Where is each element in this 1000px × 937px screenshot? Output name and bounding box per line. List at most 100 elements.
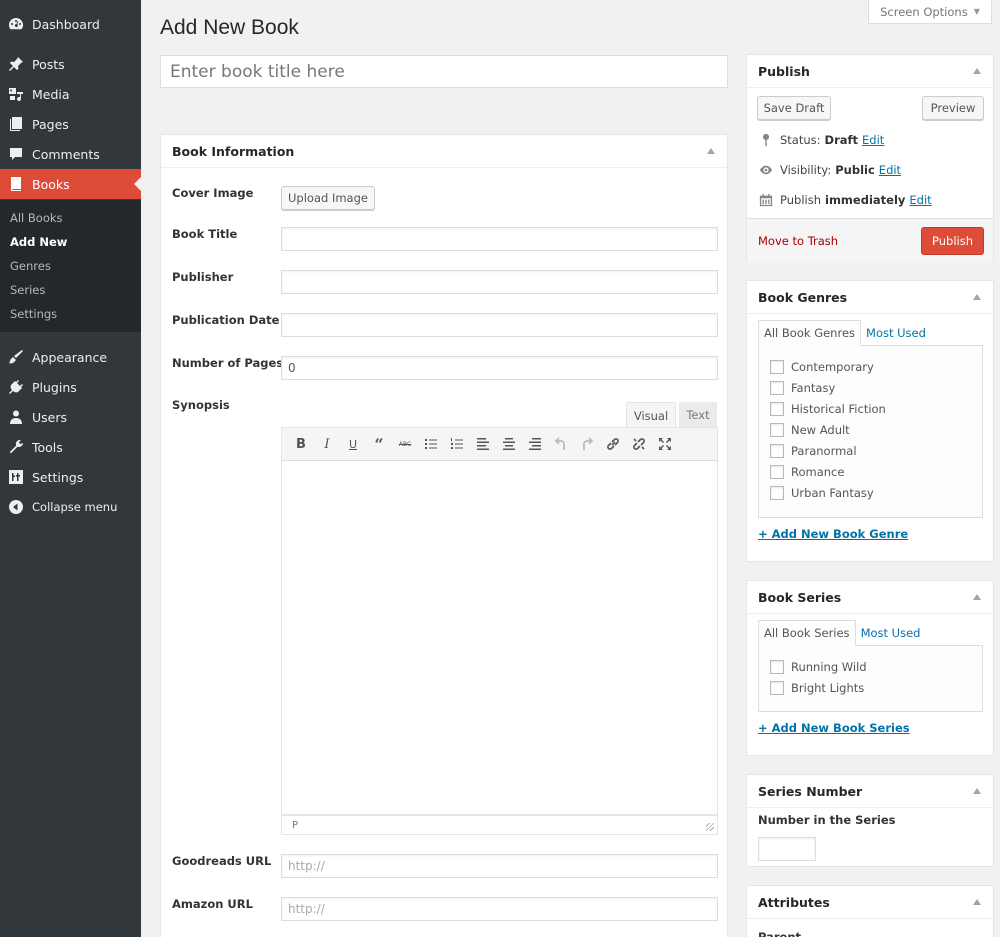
italic-button[interactable]: I <box>314 431 340 457</box>
sidebar-item-users[interactable]: Users <box>0 402 141 432</box>
book-series-header[interactable]: Book Series <box>747 581 993 614</box>
submenu-item-settings[interactable]: Settings <box>10 307 57 321</box>
editor-tab-visual[interactable]: Visual <box>626 402 676 428</box>
book-title-input[interactable] <box>160 55 728 88</box>
align-right-button[interactable] <box>522 431 548 457</box>
tab-most-used-series[interactable]: Most Used <box>856 620 926 646</box>
genre-label: Contemporary <box>791 360 874 374</box>
numbered-list-button[interactable] <box>444 431 470 457</box>
add-new-series-link[interactable]: + Add New Book Series <box>758 721 910 735</box>
align-left-button[interactable] <box>470 431 496 457</box>
checkbox[interactable] <box>770 465 784 479</box>
tab-most-used-genres[interactable]: Most Used <box>861 320 931 346</box>
number-in-series-field[interactable] <box>758 837 816 861</box>
underline-button[interactable]: U <box>340 431 366 457</box>
redo-button[interactable] <box>574 431 600 457</box>
unlink-button[interactable] <box>626 431 652 457</box>
edit-schedule-link[interactable]: Edit <box>909 193 931 207</box>
checkbox[interactable] <box>770 423 784 437</box>
checkbox[interactable] <box>770 660 784 674</box>
collapse-arrow-icon[interactable] <box>973 68 981 74</box>
publisher-field[interactable] <box>281 270 718 294</box>
amazon-url-field[interactable] <box>281 897 718 921</box>
sidebar-item-tools[interactable]: Tools <box>0 432 141 462</box>
calendar-icon <box>758 192 774 208</box>
save-draft-button[interactable]: Save Draft <box>757 96 831 120</box>
sidebar-item-label: Posts <box>32 56 65 72</box>
genre-checkbox-item[interactable]: Paranormal <box>770 444 857 458</box>
move-to-trash-link[interactable]: Move to Trash <box>758 234 838 248</box>
collapse-arrow-icon[interactable] <box>707 148 715 154</box>
resize-handle[interactable] <box>706 823 714 831</box>
edit-status-link[interactable]: Edit <box>862 133 884 147</box>
genre-checkbox-item[interactable]: Contemporary <box>770 360 874 374</box>
fullscreen-button[interactable] <box>652 431 678 457</box>
genre-checkbox-item[interactable]: Urban Fantasy <box>770 486 874 500</box>
editor-tab-text[interactable]: Text <box>679 402 717 428</box>
series-checkbox-item[interactable]: Running Wild <box>770 660 867 674</box>
publication-date-field[interactable] <box>281 313 718 337</box>
checkbox[interactable] <box>770 486 784 500</box>
sidebar-item-pages[interactable]: Pages <box>0 109 141 139</box>
element-path[interactable]: P <box>292 820 298 831</box>
box-title: Book Series <box>758 589 842 605</box>
checkbox[interactable] <box>770 681 784 695</box>
checkbox[interactable] <box>770 402 784 416</box>
edit-visibility-link[interactable]: Edit <box>879 163 901 177</box>
attributes-header[interactable]: Attributes <box>747 886 993 919</box>
synopsis-editor[interactable] <box>281 460 718 815</box>
series-checkbox-item[interactable]: Bright Lights <box>770 681 864 695</box>
checkbox[interactable] <box>770 444 784 458</box>
submenu-item-all-books[interactable]: All Books <box>10 211 63 225</box>
collapse-menu-button[interactable]: Collapse menu <box>0 492 141 522</box>
tab-all-book-series[interactable]: All Book Series <box>758 620 856 646</box>
bullet-list-button[interactable] <box>418 431 444 457</box>
book-title-field[interactable] <box>281 227 718 251</box>
sidebar-item-dashboard[interactable]: Dashboard <box>0 9 141 39</box>
book-icon <box>8 176 24 192</box>
sidebar-item-comments[interactable]: Comments <box>0 139 141 169</box>
preview-button[interactable]: Preview <box>922 96 984 120</box>
schedule-label: Publish <box>780 193 821 207</box>
tab-all-book-genres[interactable]: All Book Genres <box>758 320 862 346</box>
goodreads-url-field[interactable] <box>281 854 718 878</box>
bold-button[interactable]: B <box>288 431 314 457</box>
link-button[interactable] <box>600 431 626 457</box>
blockquote-button[interactable]: “ <box>366 431 392 457</box>
collapse-arrow-icon[interactable] <box>973 788 981 794</box>
sidebar-item-books[interactable]: Books <box>0 169 141 199</box>
add-new-genre-link[interactable]: + Add New Book Genre <box>758 527 908 541</box>
number-of-pages-field[interactable] <box>281 356 718 380</box>
screen-options-button[interactable]: Screen Options ▼ <box>868 0 992 24</box>
collapse-arrow-icon[interactable] <box>973 899 981 905</box>
book-information-header[interactable]: Book Information <box>161 135 727 168</box>
undo-button[interactable] <box>548 431 574 457</box>
series-number-header[interactable]: Series Number <box>747 775 993 808</box>
submenu-item-add-new[interactable]: Add New <box>10 235 67 249</box>
publish-button[interactable]: Publish <box>921 227 984 255</box>
sidebar-item-appearance[interactable]: Appearance <box>0 342 141 372</box>
sidebar-item-plugins[interactable]: Plugins <box>0 372 141 402</box>
genre-checkbox-item[interactable]: Fantasy <box>770 381 835 395</box>
sidebar-item-media[interactable]: Media <box>0 79 141 109</box>
genre-checkbox-item[interactable]: New Adult <box>770 423 850 437</box>
checkbox[interactable] <box>770 360 784 374</box>
submenu-item-series[interactable]: Series <box>10 283 45 297</box>
sidebar-item-settings[interactable]: Settings <box>0 462 141 492</box>
genre-checkbox-item[interactable]: Romance <box>770 465 844 479</box>
collapse-arrow-icon[interactable] <box>973 294 981 300</box>
strikethrough-button[interactable]: ABC <box>392 431 418 457</box>
collapse-arrow-icon[interactable] <box>973 594 981 600</box>
align-center-button[interactable] <box>496 431 522 457</box>
submenu-item-genres[interactable]: Genres <box>10 259 51 273</box>
checkbox[interactable] <box>770 381 784 395</box>
bullet-list-icon <box>425 439 437 449</box>
sidebar-item-posts[interactable]: Posts <box>0 49 141 79</box>
pushpin-icon <box>8 56 24 72</box>
publish-header[interactable]: Publish <box>747 55 993 88</box>
sidebar-item-label: Appearance <box>32 349 108 365</box>
upload-image-button[interactable]: Upload Image <box>281 186 375 210</box>
box-title: Publish <box>758 63 810 79</box>
book-genres-header[interactable]: Book Genres <box>747 281 993 314</box>
genre-checkbox-item[interactable]: Historical Fiction <box>770 402 886 416</box>
